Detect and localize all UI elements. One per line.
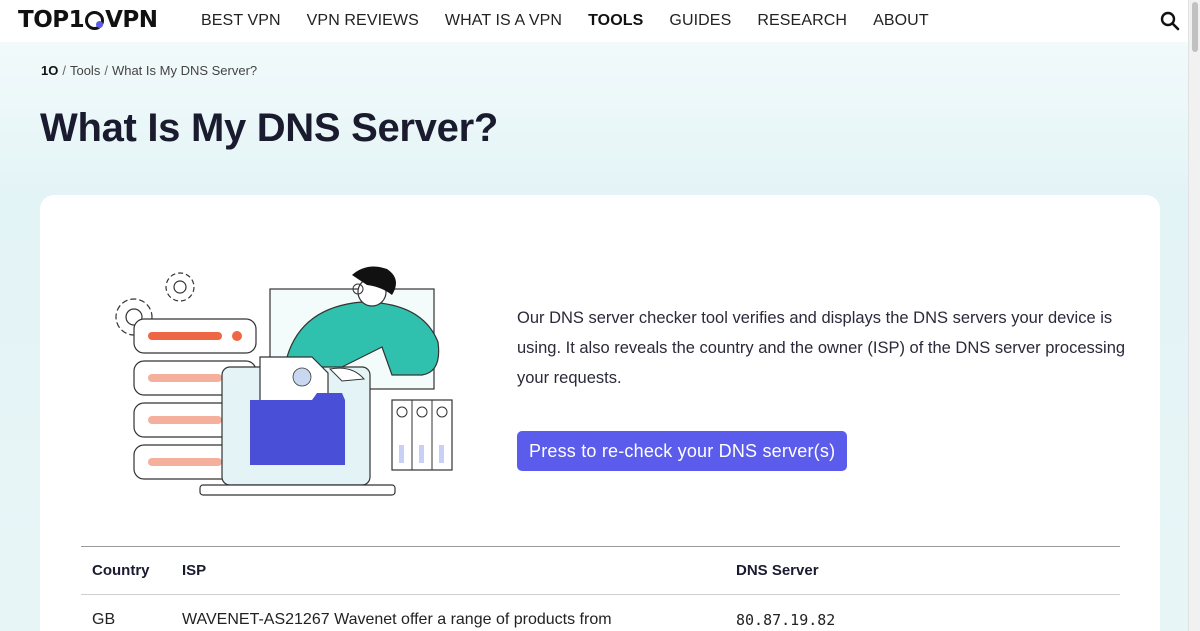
page-scrollbar[interactable] <box>1188 0 1200 631</box>
breadcrumb-home[interactable]: 1O <box>41 63 58 78</box>
logo-o-icon <box>85 10 105 30</box>
logo-text-suffix: VPN <box>105 7 158 33</box>
page-title: What Is My DNS Server? <box>40 106 498 150</box>
column-header-country: Country <box>81 546 171 595</box>
logo-text-prefix: TOP1 <box>18 7 85 33</box>
column-header-dns: DNS Server <box>725 546 1120 595</box>
nav-tools[interactable]: TOOLS <box>588 12 643 30</box>
site-logo[interactable]: TOP1 VPN <box>18 7 158 33</box>
dns-results-table: Country ISP DNS Server GB WAVENET-AS2126… <box>81 546 1120 631</box>
nav-best-vpn[interactable]: BEST VPN <box>201 12 281 30</box>
breadcrumb: 1O / Tools / What Is My DNS Server? <box>41 63 257 78</box>
breadcrumb-separator: / <box>104 63 108 78</box>
breadcrumb-item-current: What Is My DNS Server? <box>111 63 258 78</box>
nav-guides[interactable]: GUIDES <box>669 12 731 30</box>
nav-what-is-a-vpn[interactable]: WHAT IS A VPN <box>445 12 562 30</box>
breadcrumb-separator: / <box>62 63 66 78</box>
cell-isp: WAVENET-AS21267 Wavenet offer a range of… <box>182 610 612 628</box>
nav-about[interactable]: ABOUT <box>873 12 929 30</box>
site-header: TOP1 VPN BEST VPN VPN REVIEWS WHAT IS A … <box>0 0 1200 42</box>
main-nav: BEST VPN VPN REVIEWS WHAT IS A VPN TOOLS… <box>201 12 955 30</box>
table-header-row: Country ISP DNS Server <box>81 546 1120 595</box>
cell-country: GB <box>92 610 116 628</box>
nav-research[interactable]: RESEARCH <box>757 12 847 30</box>
recheck-dns-button[interactable]: Press to re-check your DNS server(s) <box>517 431 848 471</box>
column-header-isp: ISP <box>171 546 725 595</box>
breadcrumb-item-tools[interactable]: Tools <box>70 63 100 78</box>
scrollbar-thumb[interactable] <box>1192 2 1198 52</box>
tool-description: Our DNS server checker tool verifies and… <box>517 309 1126 387</box>
nav-vpn-reviews[interactable]: VPN REVIEWS <box>307 12 419 30</box>
dns-illustration <box>115 266 453 496</box>
search-icon[interactable] <box>1160 11 1180 31</box>
cell-dns-server: 80.87.19.82 <box>736 610 836 629</box>
table-row: GB WAVENET-AS21267 Wavenet offer a range… <box>81 595 1120 631</box>
